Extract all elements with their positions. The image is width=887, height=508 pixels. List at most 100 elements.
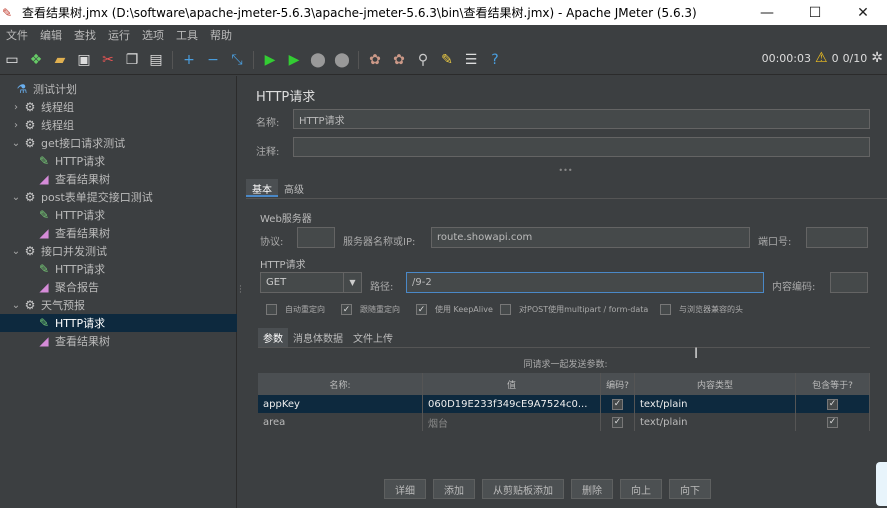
- option-checkbox[interactable]: 与浏览器兼容的头: [660, 304, 743, 315]
- chevron-icon[interactable]: ›: [10, 102, 22, 113]
- warning-icon[interactable]: ⚠: [815, 50, 828, 66]
- add-from-clipboard-button[interactable]: 从剪贴板添加: [482, 479, 564, 499]
- tree-node[interactable]: ⌄ ⚙ post表单提交接口测试: [0, 188, 237, 206]
- down-button[interactable]: 向下: [669, 479, 711, 499]
- tree-node[interactable]: › ⚙ 线程组: [0, 98, 237, 116]
- expand-icon[interactable]: +: [179, 50, 199, 70]
- column-header[interactable]: 名称:: [258, 373, 423, 395]
- include-equals-checkbox[interactable]: ✓: [827, 416, 838, 428]
- table-cell[interactable]: appKey: [258, 395, 423, 413]
- remote-icon[interactable]: ✲: [871, 50, 883, 66]
- name-field[interactable]: HTTP请求: [293, 109, 870, 129]
- chevron-icon[interactable]: ›: [10, 120, 22, 131]
- tree-node[interactable]: ⚗ 测试计划: [0, 80, 237, 98]
- table-cell[interactable]: ✓: [601, 413, 635, 431]
- tree-node[interactable]: › ⚙ 线程组: [0, 116, 237, 134]
- copy-icon[interactable]: ❐: [122, 50, 142, 70]
- add-button[interactable]: 添加: [433, 479, 475, 499]
- column-header[interactable]: 内容类型: [635, 373, 796, 395]
- checkbox-box[interactable]: [266, 304, 277, 315]
- chevron-icon[interactable]: ⌄: [10, 192, 22, 203]
- menu-item-3[interactable]: 运行: [108, 27, 130, 43]
- option-checkbox[interactable]: 自动重定向: [266, 304, 325, 315]
- tab-body-data[interactable]: 消息体数据: [288, 328, 348, 347]
- tree-node[interactable]: ◢ 聚合报告: [0, 278, 237, 296]
- checkbox-box[interactable]: [500, 304, 511, 315]
- detail-button[interactable]: 详细: [384, 479, 426, 499]
- checkbox-box[interactable]: [660, 304, 671, 315]
- column-header[interactable]: 包含等于?: [796, 373, 870, 395]
- tree-node[interactable]: ✎ HTTP请求: [0, 314, 237, 332]
- cut-icon[interactable]: ✂: [98, 50, 118, 70]
- chevron-icon[interactable]: ⌄: [10, 246, 22, 257]
- table-cell[interactable]: 烟台: [423, 413, 601, 431]
- start-icon[interactable]: ▶: [260, 50, 280, 70]
- option-checkbox[interactable]: 对POST使用multipart / form-data: [500, 304, 648, 315]
- menu-item-2[interactable]: 查找: [74, 27, 96, 43]
- menu-item-5[interactable]: 工具: [176, 27, 198, 43]
- paste-icon[interactable]: ▤: [146, 50, 166, 70]
- delete-button[interactable]: 删除: [571, 479, 613, 499]
- reset-search-icon[interactable]: ✎: [437, 50, 457, 70]
- menu-item-1[interactable]: 编辑: [40, 27, 62, 43]
- checkbox-box[interactable]: ✓: [416, 304, 427, 315]
- tree-node[interactable]: ◢ 查看结果树: [0, 332, 237, 350]
- option-checkbox[interactable]: ✓ 使用 KeepAlive: [416, 304, 493, 315]
- tree-node[interactable]: ⌄ ⚙ 接口并发测试: [0, 242, 237, 260]
- open-icon[interactable]: ▰: [50, 50, 70, 70]
- method-select[interactable]: GET ▼: [260, 272, 362, 293]
- table-cell[interactable]: ✓: [796, 395, 870, 413]
- menu-item-4[interactable]: 选项: [142, 27, 164, 43]
- tab-advanced[interactable]: 高级: [278, 179, 310, 197]
- table-cell[interactable]: ✓: [601, 395, 635, 413]
- up-button[interactable]: 向上: [620, 479, 662, 499]
- maximize-icon[interactable]: ☐: [791, 0, 839, 25]
- comment-field[interactable]: [293, 137, 870, 157]
- port-field[interactable]: [806, 227, 868, 248]
- collapse-icon[interactable]: −: [203, 50, 223, 70]
- save-icon[interactable]: ▣: [74, 50, 94, 70]
- tab-basic[interactable]: 基本: [246, 179, 278, 197]
- checkbox-box[interactable]: ✓: [341, 304, 352, 315]
- server-field[interactable]: route.showapi.com: [431, 227, 750, 248]
- toggle-icon[interactable]: ⤡: [227, 50, 247, 70]
- new-icon[interactable]: ▭: [2, 50, 22, 70]
- table-cell[interactable]: area: [258, 413, 423, 431]
- tab-files-upload[interactable]: 文件上传: [348, 328, 398, 347]
- column-header[interactable]: 值: [423, 373, 601, 395]
- table-row[interactable]: appKey 060D19E233f349cE9A7524c0... ✓ text/p…: [258, 395, 870, 413]
- table-cell[interactable]: ✓: [796, 413, 870, 431]
- encode-checkbox[interactable]: ✓: [612, 398, 623, 410]
- menu-item-6[interactable]: 帮助: [210, 27, 232, 43]
- encode-checkbox[interactable]: ✓: [612, 416, 623, 428]
- table-row[interactable]: area 烟台 ✓ text/plain ✓: [258, 413, 870, 431]
- tree-node[interactable]: ⌄ ⚙ get接口请求测试: [0, 134, 237, 152]
- help-icon[interactable]: ?: [485, 50, 505, 70]
- tab-parameters[interactable]: 参数: [258, 328, 288, 347]
- clear-icon[interactable]: ✿: [365, 50, 385, 70]
- side-widget[interactable]: [876, 462, 887, 506]
- protocol-field[interactable]: [297, 227, 335, 248]
- divider-handle[interactable]: •••: [244, 167, 887, 175]
- tree-node[interactable]: ✎ HTTP请求: [0, 152, 237, 170]
- tree-node[interactable]: ◢ 查看结果树: [0, 224, 237, 242]
- tree-node[interactable]: ⌄ ⚙ 天气预报: [0, 296, 237, 314]
- function-helper-icon[interactable]: ☰: [461, 50, 481, 70]
- chevron-icon[interactable]: ⌄: [10, 138, 22, 149]
- table-cell[interactable]: text/plain: [635, 413, 796, 431]
- stop-icon[interactable]: ⬤: [308, 50, 328, 70]
- tree-node[interactable]: ✎ HTTP请求: [0, 206, 237, 224]
- clear-all-icon[interactable]: ✿: [389, 50, 409, 70]
- table-cell[interactable]: text/plain: [635, 395, 796, 413]
- encoding-field[interactable]: [830, 272, 868, 293]
- chevron-icon[interactable]: ⌄: [10, 300, 22, 311]
- start-no-pause-icon[interactable]: ▶: [284, 50, 304, 70]
- column-header[interactable]: 编码?: [601, 373, 635, 395]
- tree-node[interactable]: ✎ HTTP请求: [0, 260, 237, 278]
- option-checkbox[interactable]: ✓ 跟随重定向: [341, 304, 400, 315]
- search-icon[interactable]: ⚲: [413, 50, 433, 70]
- tree-node[interactable]: ◢ 查看结果树: [0, 170, 237, 188]
- close-icon[interactable]: ✕: [839, 0, 887, 25]
- table-cell[interactable]: 060D19E233f349cE9A7524c0...: [423, 395, 601, 413]
- path-field[interactable]: /9-2: [406, 272, 764, 293]
